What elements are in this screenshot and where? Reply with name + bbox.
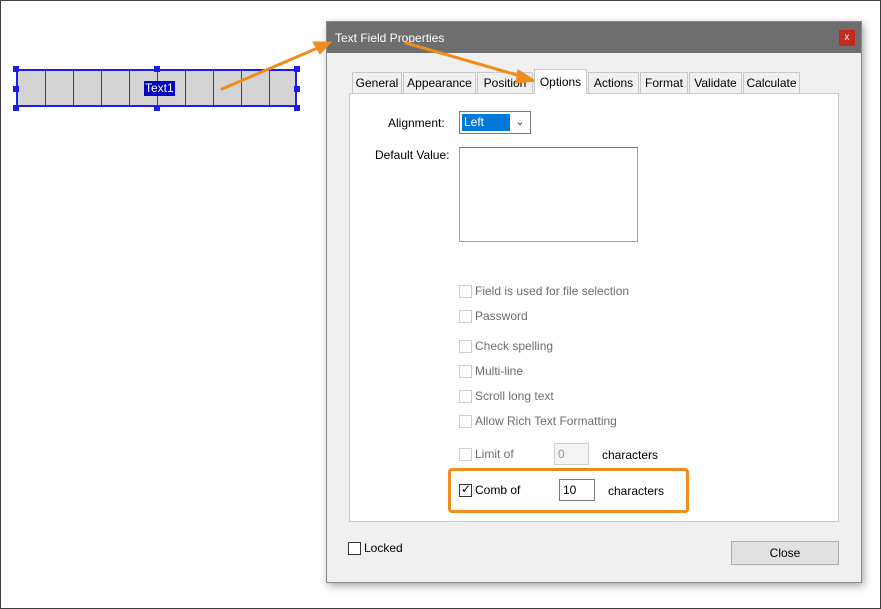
annotation-arrow-to-options-tab <box>404 41 526 79</box>
annotation-arrow-to-dialog <box>220 45 322 91</box>
annotation-arrows <box>220 41 538 91</box>
tab-options[interactable]: Options <box>534 69 587 94</box>
annotation-arrowhead <box>515 69 538 84</box>
